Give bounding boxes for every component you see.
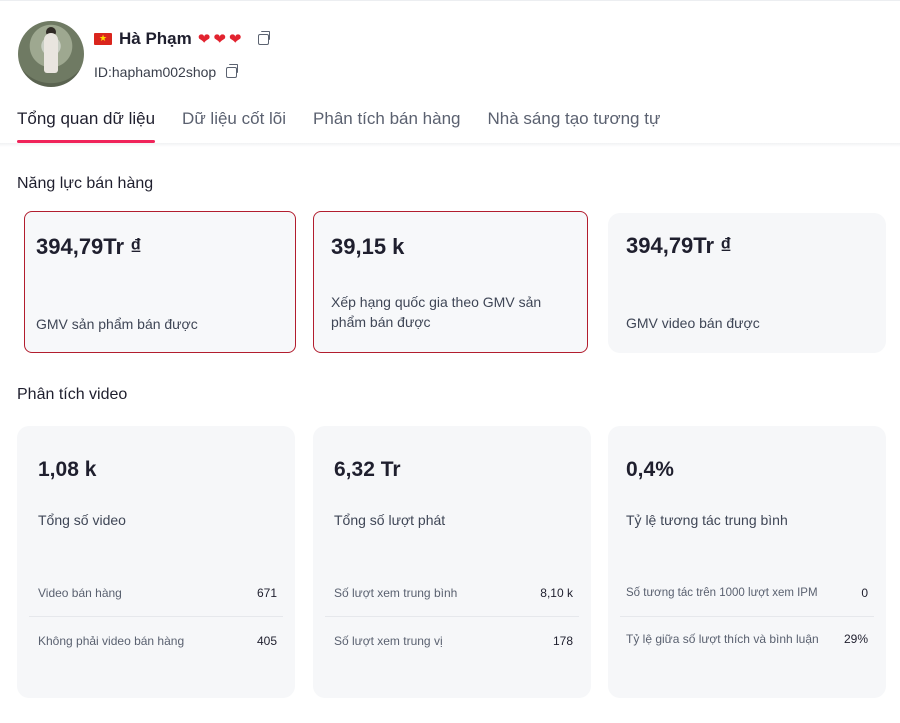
stat-value: 0: [861, 586, 868, 600]
vietnam-flag-icon: [94, 32, 112, 46]
creator-id: ID:hapham002shop: [94, 64, 217, 80]
stat-key: Số tương tác trên 1000 lượt xem IPM: [626, 587, 818, 599]
stat-value: 178: [552, 634, 573, 648]
metric-value: 394,79Tr ₫: [626, 233, 732, 258]
video-card-total-plays: 6,32 Tr Tổng số lượt phát Số lượt xem tr…: [313, 426, 591, 698]
creator-name: Hà Phạm: [119, 29, 192, 48]
copy-icon[interactable]: [258, 30, 271, 45]
metric-label: GMV video bán được: [626, 315, 760, 331]
stat-key: Tỷ lệ giữa số lượt thích và bình luận: [626, 632, 819, 646]
copy-icon[interactable]: [226, 63, 239, 78]
metric-label: Tỷ lệ tương tác trung bình: [626, 512, 788, 528]
tab-core-data[interactable]: Dữ liệu cốt lõi: [182, 109, 286, 143]
section-title-sales: Năng lực bán hàng: [17, 175, 154, 192]
section-title-video: Phân tích video: [17, 386, 128, 403]
metric-value: 0,4%: [626, 458, 674, 481]
metric-label: GMV sản phẩm bán được: [36, 316, 198, 332]
metric-value: 1,08 k: [38, 458, 97, 481]
divider: [29, 616, 283, 617]
metric-value: 6,32 Tr: [334, 458, 401, 481]
stat-key: Số lượt xem trung vị: [334, 634, 443, 648]
stat-key: Không phải video bán hàng: [38, 634, 185, 648]
avatar[interactable]: [18, 21, 84, 87]
metric-label: Tổng số lượt phát: [334, 512, 446, 528]
video-card-engagement-rate: 0,4% Tỷ lệ tương tác trung bình Số tương…: [608, 426, 886, 698]
metric-value: 39,15 k: [331, 234, 405, 259]
tab-bar: Tổng quan dữ liệu Dữ liệu cốt lõi Phân t…: [17, 109, 687, 143]
metric-value: 394,79Tr ₫: [36, 234, 142, 259]
metric-card-national-rank[interactable]: 39,15 k Xếp hạng quốc gia theo GMV sản p…: [313, 211, 588, 353]
id-row: ID:hapham002shop: [94, 63, 239, 80]
creator-overview-page: Hà Phạm ❤❤❤ ID:hapham002shop Tổng quan d…: [0, 0, 900, 723]
stat-value: 671: [256, 586, 277, 600]
heart-icon: ❤❤❤: [197, 30, 245, 48]
stat-key: Số lượt xem trung bình: [334, 586, 458, 600]
metric-card-video-gmv[interactable]: 394,79Tr ₫ GMV video bán được: [608, 213, 886, 353]
stat-value: 29%: [843, 632, 868, 646]
tab-divider: [0, 143, 900, 147]
tab-similar-creators[interactable]: Nhà sáng tạo tương tự: [488, 109, 661, 143]
divider: [325, 616, 579, 617]
tab-data-overview[interactable]: Tổng quan dữ liệu: [17, 109, 156, 143]
stat-value: 8,10 k: [540, 586, 573, 600]
stat-key: Video bán hàng: [38, 586, 122, 600]
divider: [620, 616, 874, 617]
name-row: Hà Phạm ❤❤❤: [94, 29, 271, 49]
metric-label: Xếp hạng quốc gia theo GMV sản phẩm bán …: [331, 294, 542, 330]
tab-sales-analysis[interactable]: Phân tích bán hàng: [313, 109, 460, 143]
metric-card-product-gmv[interactable]: 394,79Tr ₫ GMV sản phẩm bán được: [24, 211, 296, 353]
metric-label: Tổng số video: [38, 512, 126, 528]
stat-value: 405: [256, 634, 277, 648]
video-card-total-videos: 1,08 k Tổng số video Video bán hàng 671 …: [17, 426, 295, 698]
